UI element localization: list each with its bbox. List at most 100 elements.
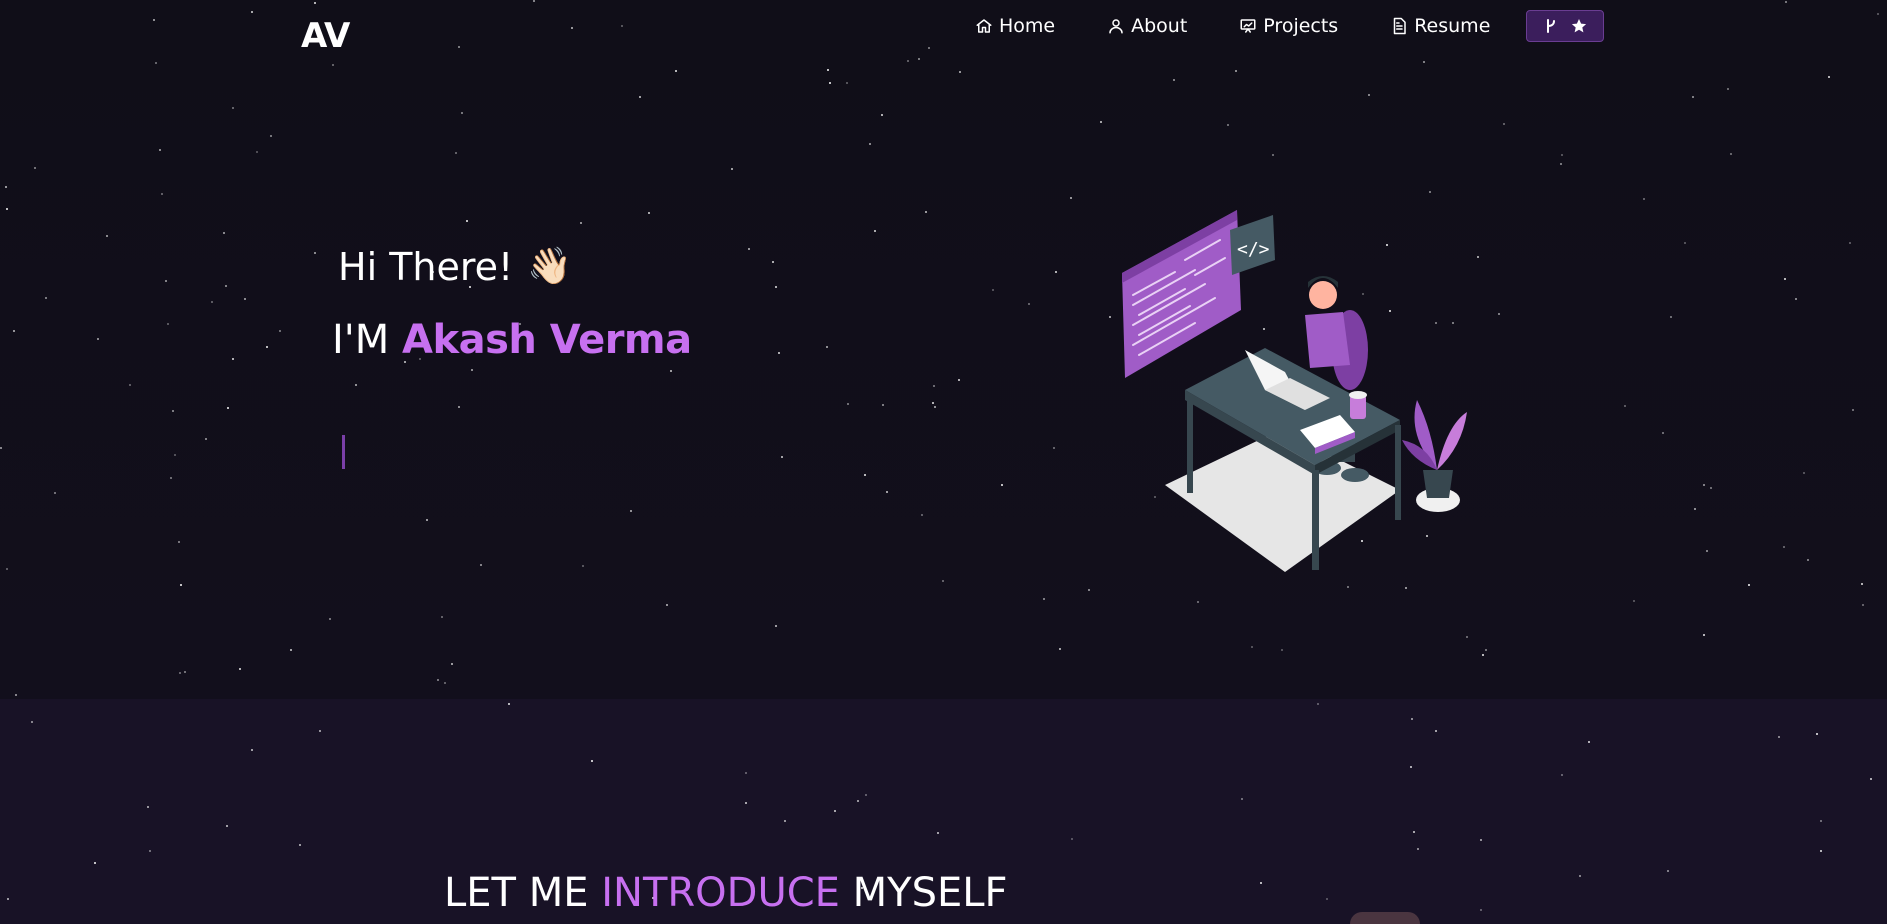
star xyxy=(745,772,747,774)
star xyxy=(205,438,207,440)
star xyxy=(591,760,593,762)
star xyxy=(13,330,15,332)
nav-item-resume[interactable]: Resume xyxy=(1390,15,1490,37)
star xyxy=(174,454,176,456)
star xyxy=(864,474,866,476)
star xyxy=(251,11,253,13)
star xyxy=(1820,850,1822,852)
star xyxy=(1703,634,1705,636)
star xyxy=(1227,124,1229,126)
star xyxy=(1852,409,1854,411)
star xyxy=(1480,909,1482,911)
star xyxy=(161,193,163,195)
star xyxy=(1684,242,1686,244)
star xyxy=(748,248,750,250)
star-icon xyxy=(1572,19,1587,33)
star xyxy=(869,143,871,145)
about-heading-highlight: INTRODUCE xyxy=(601,870,840,916)
star xyxy=(1411,718,1413,720)
star xyxy=(1281,649,1283,651)
nav-resume-label: Resume xyxy=(1414,15,1491,37)
star xyxy=(355,384,357,386)
star xyxy=(223,232,225,234)
star xyxy=(846,82,848,84)
star xyxy=(1028,303,1030,305)
star xyxy=(847,403,849,405)
star xyxy=(1703,484,1705,486)
star xyxy=(958,379,960,381)
star xyxy=(781,456,783,458)
star xyxy=(1807,559,1809,561)
star xyxy=(772,261,774,263)
nav-item-home[interactable]: Home xyxy=(975,15,1055,37)
star xyxy=(942,580,944,582)
home-icon xyxy=(976,19,992,33)
star xyxy=(1778,736,1780,738)
star xyxy=(106,235,108,237)
nav-item-projects[interactable]: Projects xyxy=(1239,15,1338,37)
star xyxy=(928,47,930,49)
star xyxy=(329,618,331,620)
star xyxy=(1485,649,1487,651)
star xyxy=(159,149,161,151)
user-icon xyxy=(1109,19,1123,34)
star xyxy=(666,604,668,606)
star xyxy=(0,447,2,449)
star xyxy=(921,514,923,516)
star xyxy=(670,370,672,372)
star xyxy=(1828,76,1830,78)
star xyxy=(226,825,228,827)
github-fork-star-button[interactable] xyxy=(1526,10,1605,42)
star xyxy=(1643,198,1645,200)
site-logo[interactable]: AV xyxy=(301,16,350,56)
star xyxy=(266,346,268,348)
star xyxy=(1043,598,1045,600)
star xyxy=(1877,13,1879,15)
star xyxy=(1326,898,1328,900)
star xyxy=(826,346,828,348)
star xyxy=(778,352,780,354)
star xyxy=(1317,703,1319,705)
star xyxy=(1477,256,1479,258)
star xyxy=(1785,1,1787,3)
star xyxy=(1662,432,1664,434)
star xyxy=(15,694,17,696)
star xyxy=(675,70,677,72)
star xyxy=(1861,583,1863,585)
star xyxy=(232,107,234,109)
hero-greeting: Hi There! 👋🏻 xyxy=(338,245,572,289)
star xyxy=(314,2,316,4)
star xyxy=(441,616,443,618)
star xyxy=(31,721,33,723)
star xyxy=(1410,766,1412,768)
star xyxy=(907,60,909,62)
star xyxy=(1100,121,1102,123)
star xyxy=(580,222,582,224)
nav-item-about[interactable]: About xyxy=(1107,15,1187,37)
star xyxy=(1001,484,1003,486)
starfield-background xyxy=(0,0,1887,924)
star xyxy=(290,649,292,651)
star xyxy=(225,285,227,287)
star xyxy=(466,220,468,222)
star xyxy=(648,212,650,214)
star xyxy=(1070,197,1072,199)
star xyxy=(458,46,460,48)
star xyxy=(1347,586,1349,588)
star xyxy=(239,668,241,670)
star xyxy=(299,844,301,846)
greeting-text: Hi There! xyxy=(338,245,514,289)
star xyxy=(934,406,936,408)
nav-home-label: Home xyxy=(999,15,1056,37)
star xyxy=(881,114,883,116)
star xyxy=(1816,733,1818,735)
hero-name: Akash Verma xyxy=(402,317,692,363)
star xyxy=(178,541,180,543)
star xyxy=(1241,798,1243,800)
name-prefix: I'M xyxy=(332,317,403,363)
star xyxy=(7,898,9,900)
star xyxy=(1498,313,1500,315)
star xyxy=(332,64,334,66)
star xyxy=(1480,839,1482,841)
star xyxy=(147,806,149,808)
